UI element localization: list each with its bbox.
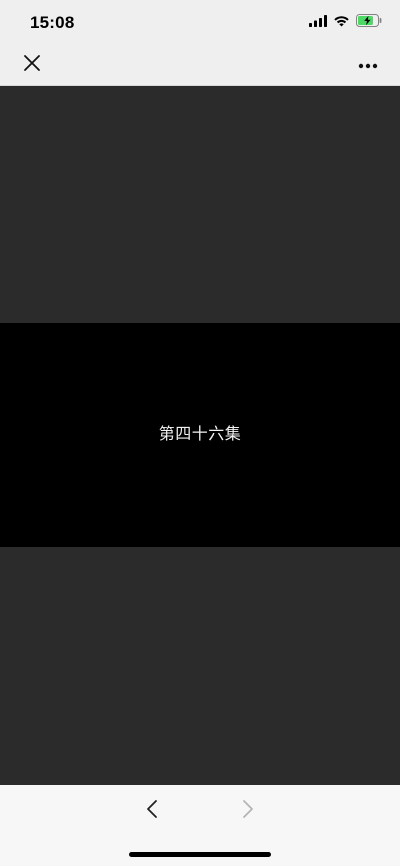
more-icon	[358, 56, 378, 74]
bottom-toolbar	[0, 785, 400, 866]
status-time: 15:08	[30, 13, 75, 32]
more-button[interactable]	[354, 51, 382, 79]
episode-title: 第四十六集	[158, 424, 242, 443]
chevron-right-icon	[242, 799, 254, 824]
close-icon	[23, 54, 41, 77]
wifi-icon	[333, 14, 350, 32]
close-button[interactable]	[18, 51, 46, 79]
forward-button	[234, 797, 262, 825]
page-content: 第四十六集	[0, 86, 400, 785]
home-indicator[interactable]	[129, 852, 271, 857]
back-button[interactable]	[138, 797, 166, 825]
status-icons	[309, 14, 382, 32]
cellular-signal-icon	[309, 14, 327, 32]
episode-banner: 第四十六集	[0, 323, 400, 547]
chevron-left-icon	[146, 799, 158, 824]
screen: 15:08 第四十六集	[0, 0, 400, 866]
status-bar: 15:08	[0, 0, 400, 44]
battery-charging-icon	[356, 14, 382, 32]
nav-bar	[0, 44, 400, 86]
